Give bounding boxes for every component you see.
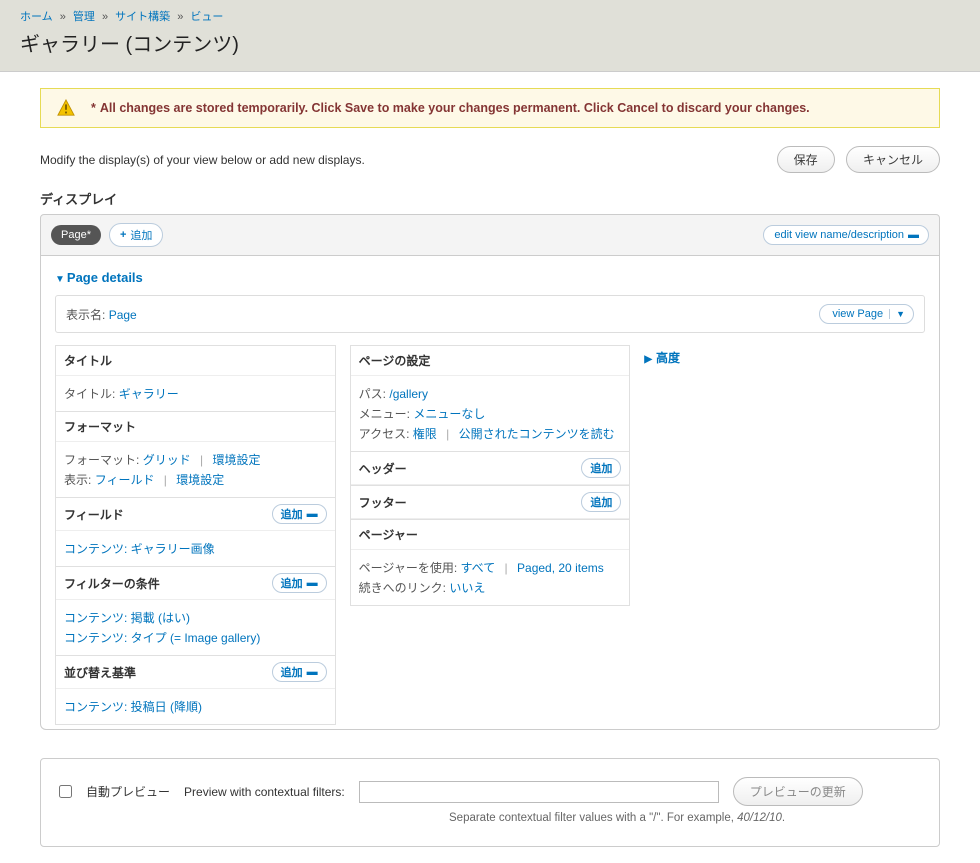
update-preview-button[interactable]: プレビューの更新 bbox=[733, 777, 863, 806]
pager-more-value[interactable]: いいえ bbox=[449, 581, 485, 595]
caret-right-icon: ▶ bbox=[644, 354, 652, 365]
tab-page[interactable]: Page* bbox=[51, 225, 101, 245]
caret-down-icon: ▼ bbox=[889, 309, 905, 319]
path-label: パス: bbox=[359, 387, 386, 401]
preview-help: Separate contextual filter values with a… bbox=[449, 812, 921, 824]
pager-more-label: 続きへのリンク: bbox=[359, 581, 446, 595]
preview-label: Preview with contextual filters: bbox=[184, 785, 345, 799]
breadcrumb-home[interactable]: ホーム bbox=[20, 11, 53, 23]
bucket-fields: フィールド 追加▬ コンテンツ: ギャラリー画像 bbox=[55, 497, 336, 567]
bucket-header-head: ヘッダー bbox=[359, 460, 407, 477]
show-value[interactable]: フィールド bbox=[95, 473, 155, 487]
format-settings[interactable]: 環境設定 bbox=[213, 453, 261, 467]
display-name-row: 表示名: Page view Page ▼ bbox=[55, 295, 925, 333]
displays-tabs: Page* + 追加 edit view name/description ▬ bbox=[40, 214, 940, 256]
bucket-title-head: タイトル bbox=[64, 352, 112, 369]
sort-item[interactable]: コンテンツ: 投稿日 (降順) bbox=[64, 700, 202, 714]
dropdown-icon: ▬ bbox=[307, 508, 318, 520]
dropdown-icon: ▬ bbox=[307, 577, 318, 589]
breadcrumb-sep: » bbox=[60, 11, 66, 23]
bucket-filters-head: フィルターの条件 bbox=[64, 575, 160, 592]
filter-item[interactable]: コンテンツ: タイプ (= Image gallery) bbox=[64, 631, 260, 645]
bucket-footer: フッター 追加 bbox=[350, 485, 631, 520]
plus-icon: + bbox=[120, 229, 126, 241]
menu-value[interactable]: メニューなし bbox=[413, 407, 485, 421]
caret-down-icon: ▼ bbox=[55, 274, 65, 285]
warning-icon bbox=[57, 99, 75, 117]
title-value[interactable]: ギャラリー bbox=[119, 387, 179, 401]
bucket-filters: フィルターの条件 追加▬ コンテンツ: 掲載 (はい) コンテンツ: タイプ (… bbox=[55, 566, 336, 656]
menu-label: メニュー: bbox=[359, 407, 410, 421]
bucket-footer-head: フッター bbox=[359, 494, 407, 511]
filters-add-button[interactable]: 追加▬ bbox=[272, 573, 327, 593]
breadcrumb-sep: » bbox=[177, 11, 183, 23]
advanced-label: 高度 bbox=[656, 351, 680, 365]
display-name-value[interactable]: Page bbox=[109, 308, 137, 322]
breadcrumb-admin[interactable]: 管理 bbox=[73, 11, 95, 23]
warning-message: *All changes are stored temporarily. Cli… bbox=[40, 88, 940, 128]
field-item[interactable]: コンテンツ: ギャラリー画像 bbox=[64, 542, 215, 556]
admin-header: ホーム » 管理 » サイト構築 » ビュー ギャラリー (コンテンツ) bbox=[0, 0, 980, 72]
bucket-header: ヘッダー 追加 bbox=[350, 451, 631, 486]
breadcrumb-structure[interactable]: サイト構築 bbox=[115, 11, 170, 23]
bucket-fields-head: フィールド bbox=[64, 506, 124, 523]
display-name-label: 表示名: bbox=[66, 308, 105, 322]
bucket-pager-head: ページャー bbox=[359, 526, 418, 543]
path-value[interactable]: /gallery bbox=[389, 387, 428, 401]
edit-view-name-button[interactable]: edit view name/description ▬ bbox=[763, 225, 929, 245]
bucket-sort: 並び替え基準 追加▬ コンテンツ: 投稿日 (降順) bbox=[55, 655, 336, 725]
bucket-pager: ページャー ページャーを使用: すべて | Paged, 20 items 続き… bbox=[350, 519, 631, 606]
breadcrumb-views[interactable]: ビュー bbox=[190, 11, 223, 23]
displays-heading: ディスプレイ bbox=[40, 189, 940, 208]
format-label: フォーマット: bbox=[64, 453, 139, 467]
page-title: ギャラリー (コンテンツ) bbox=[20, 28, 960, 57]
pager-use-value[interactable]: すべて bbox=[461, 561, 496, 575]
breadcrumb-sep: » bbox=[102, 11, 108, 23]
contextual-filters-input[interactable] bbox=[359, 781, 719, 803]
bucket-title: タイトル タイトル: ギャラリー bbox=[55, 345, 336, 412]
pager-use-label: ページャーを使用: bbox=[359, 561, 458, 575]
bucket-sort-head: 並び替え基準 bbox=[64, 664, 136, 681]
sort-add-button[interactable]: 追加▬ bbox=[272, 662, 327, 682]
format-value[interactable]: グリッド bbox=[143, 453, 191, 467]
add-display-button[interactable]: + 追加 bbox=[109, 223, 163, 247]
add-display-label: 追加 bbox=[130, 227, 152, 243]
warning-text: All changes are stored temporarily. Clic… bbox=[100, 101, 810, 115]
auto-preview-checkbox[interactable] bbox=[59, 785, 72, 798]
preview-box: 自動プレビュー Preview with contextual filters:… bbox=[40, 758, 940, 847]
page-details-label: Page details bbox=[67, 270, 143, 285]
footer-add-button[interactable]: 追加 bbox=[581, 492, 621, 512]
dropdown-icon: ▬ bbox=[908, 229, 918, 241]
view-page-button[interactable]: view Page ▼ bbox=[819, 304, 914, 324]
auto-preview-label: 自動プレビュー bbox=[86, 783, 170, 800]
cancel-button[interactable]: キャンセル bbox=[846, 146, 940, 173]
show-label: 表示: bbox=[64, 473, 91, 487]
breadcrumb: ホーム » 管理 » サイト構築 » ビュー bbox=[20, 8, 960, 24]
view-page-label: view Page bbox=[832, 308, 883, 320]
edit-view-name-label: edit view name/description bbox=[774, 229, 904, 241]
access-extra[interactable]: 公開されたコンテンツを読む bbox=[459, 427, 615, 441]
bucket-pagesettings-head: ページの設定 bbox=[359, 352, 431, 369]
access-value[interactable]: 権限 bbox=[413, 427, 437, 441]
bucket-format-head: フォーマット bbox=[64, 418, 136, 435]
show-settings[interactable]: 環境設定 bbox=[176, 473, 224, 487]
title-label: タイトル: bbox=[64, 387, 115, 401]
pager-use-extra[interactable]: Paged, 20 items bbox=[517, 561, 604, 575]
bucket-format: フォーマット フォーマット: グリッド | 環境設定 表示: フィールド | bbox=[55, 411, 336, 498]
advanced-toggle[interactable]: ▶ 高度 bbox=[644, 351, 680, 365]
help-text: Modify the display(s) of your view below… bbox=[40, 153, 365, 167]
access-label: アクセス: bbox=[359, 427, 410, 441]
header-add-button[interactable]: 追加 bbox=[581, 458, 621, 478]
filter-item[interactable]: コンテンツ: 掲載 (はい) bbox=[64, 611, 190, 625]
dropdown-icon: ▬ bbox=[307, 666, 318, 678]
page-details-toggle[interactable]: ▼Page details bbox=[55, 270, 925, 285]
fields-add-button[interactable]: 追加▬ bbox=[272, 504, 327, 524]
bucket-page-settings: ページの設定 パス: /gallery メニュー: メニューなし アクセス: 権… bbox=[350, 345, 631, 452]
save-button[interactable]: 保存 bbox=[777, 146, 835, 173]
